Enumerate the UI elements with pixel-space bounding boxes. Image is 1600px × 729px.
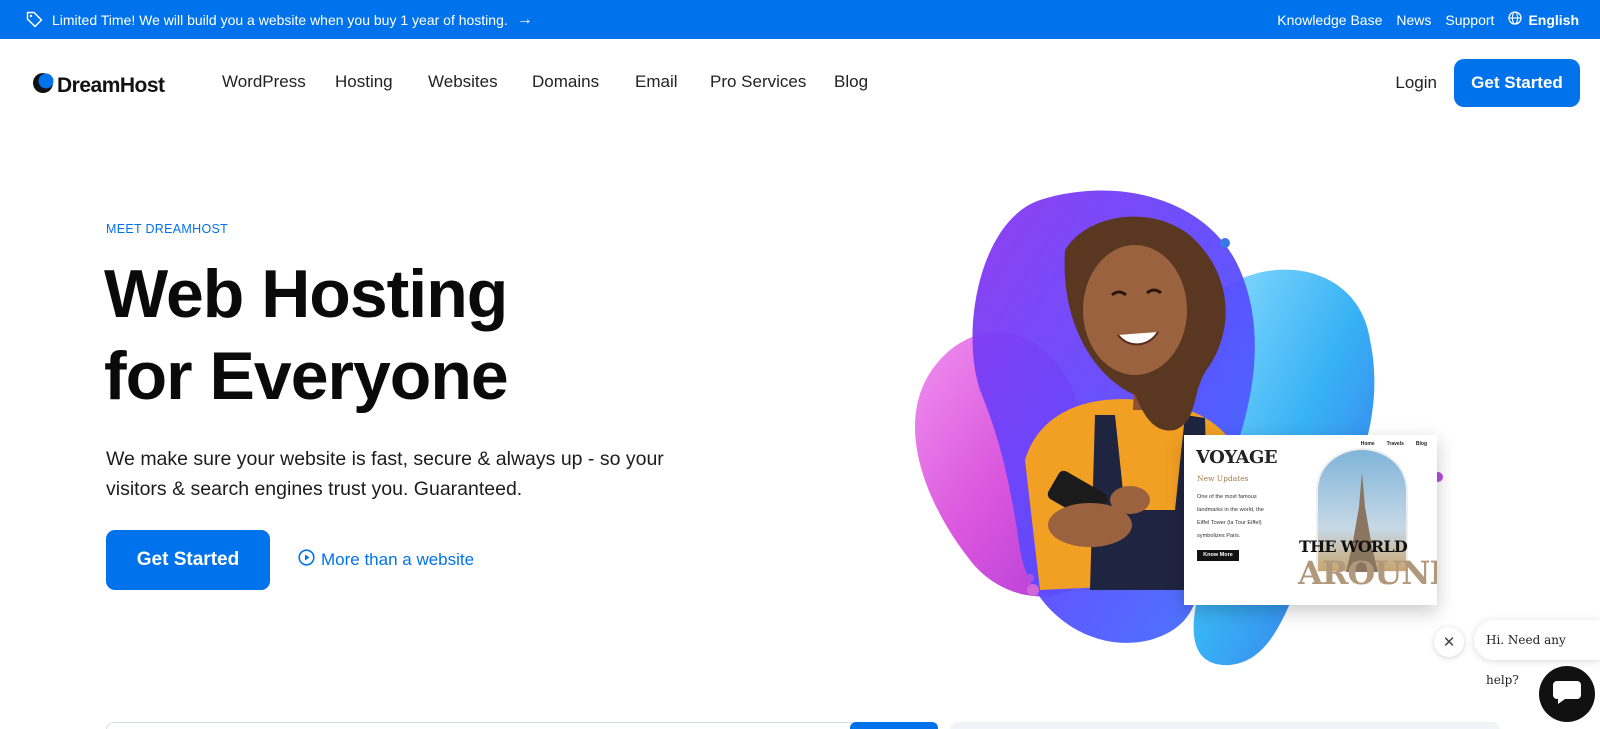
nav-item-websites[interactable]: Websites — [428, 72, 532, 92]
hero-get-started-button[interactable]: Get Started — [106, 530, 270, 590]
mockup-nav-blog: Blog — [1415, 441, 1427, 447]
promo-panel — [950, 722, 1500, 729]
logo[interactable]: DreamHost — [32, 72, 165, 99]
mockup-headline-2: AROUND — [1298, 554, 1437, 592]
mockup-body: One of the most famous landmarks in the … — [1197, 494, 1264, 539]
main-header: DreamHost WordPress Hosting Websites Dom… — [0, 39, 1600, 127]
globe-icon — [1508, 11, 1523, 28]
nav-item-wordpress[interactable]: WordPress — [222, 72, 335, 92]
mockup-subtitle: New Updates — [1197, 474, 1249, 483]
language-label: English — [1528, 11, 1579, 28]
utility-link-news[interactable]: News — [1396, 12, 1431, 28]
hero-illustration — [914, 190, 1443, 666]
chat-greeting-bubble[interactable]: Hi. Need any help? — [1474, 620, 1600, 687]
promo-text: Limited Time! We will build you a websit… — [52, 11, 508, 28]
promo-link[interactable]: Limited Time! We will build you a websit… — [26, 0, 533, 39]
chat-launcher-button[interactable] — [1539, 666, 1595, 722]
login-link[interactable]: Login — [1395, 73, 1437, 93]
more-than-a-website-link[interactable]: More than a website — [298, 549, 474, 571]
tag-icon — [26, 11, 43, 28]
nav-item-email[interactable]: Email — [635, 72, 710, 92]
arrow-right-icon: → — [516, 10, 533, 28]
primary-nav: WordPress Hosting Websites Domains Email… — [222, 72, 868, 92]
domain-search-input[interactable] — [106, 722, 936, 729]
chat-bubble-icon — [1553, 679, 1581, 710]
utility-link-support[interactable]: Support — [1445, 12, 1494, 28]
hero-title: Web Hosting for Everyone — [104, 253, 704, 417]
get-started-button[interactable]: Get Started — [1454, 59, 1580, 107]
close-icon: ✕ — [1442, 634, 1456, 651]
mockup-button: Know More — [1197, 550, 1239, 561]
nav-item-hosting[interactable]: Hosting — [335, 72, 428, 92]
dreamhost-logo-icon — [32, 72, 54, 99]
promo-bar: Limited Time! We will build you a websit… — [0, 0, 1600, 39]
utility-nav: Knowledge Base News Support English — [1277, 0, 1579, 39]
hero-eyebrow: MEET DREAMHOST — [106, 222, 229, 236]
play-circle-icon — [298, 549, 315, 571]
secondary-link-label: More than a website — [321, 550, 475, 569]
nav-item-pro-services[interactable]: Pro Services — [710, 72, 834, 92]
chat-close-button[interactable]: ✕ — [1434, 627, 1464, 657]
mockup-title: VOYAGE — [1196, 447, 1278, 468]
hero-title-line-1: Web Hosting — [104, 256, 508, 332]
hero-title-line-2: for Everyone — [104, 338, 509, 414]
hero-subtitle: We make sure your website is fast, secur… — [106, 448, 664, 500]
language-selector[interactable]: English — [1508, 11, 1579, 28]
nav-item-domains[interactable]: Domains — [532, 72, 635, 92]
nav-item-blog[interactable]: Blog — [834, 72, 868, 92]
website-mockup-card: Home Travels Blog VOYAGE New Updates One… — [1184, 435, 1437, 605]
logo-text: DreamHost — [57, 73, 165, 97]
utility-link-knowledge-base[interactable]: Knowledge Base — [1277, 12, 1382, 28]
domain-search-button[interactable] — [850, 722, 938, 729]
header-actions: Login Get Started — [1395, 59, 1580, 107]
